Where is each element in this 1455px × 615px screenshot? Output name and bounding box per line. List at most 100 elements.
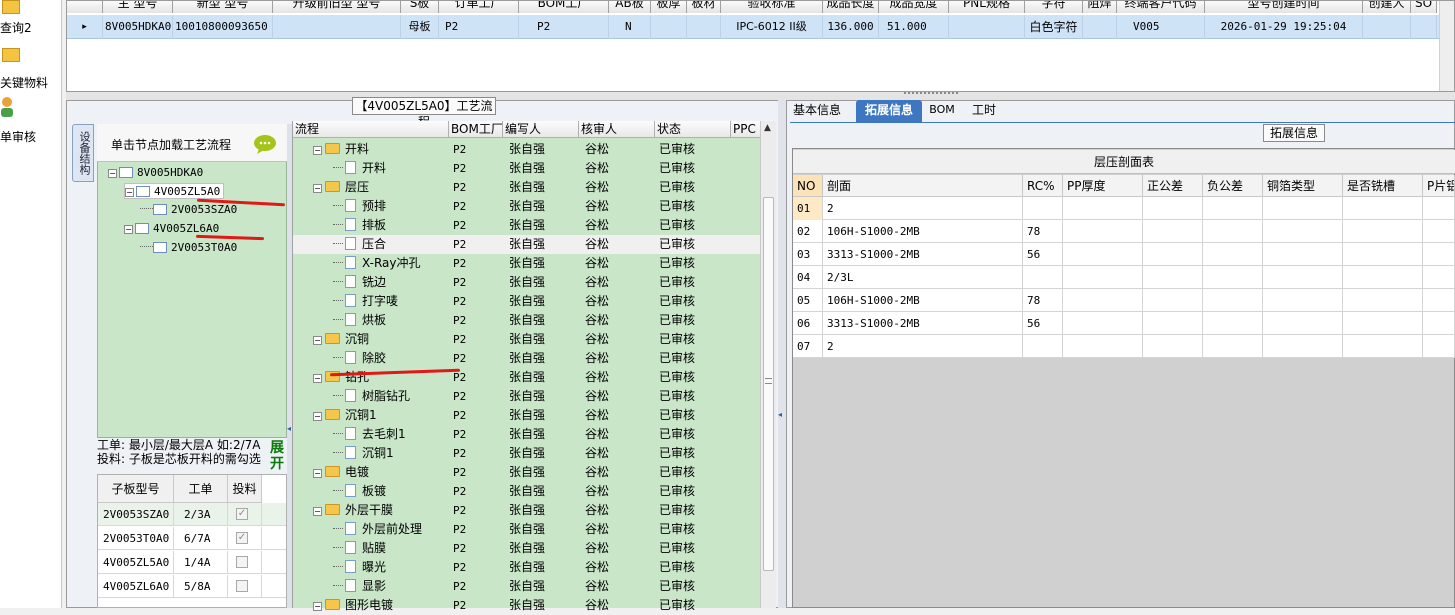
- lam-col-header[interactable]: PP厚度: [1063, 175, 1143, 197]
- sub-table-row[interactable]: 2V0053T0A0 6/7A ✓: [98, 527, 286, 550]
- collapse-icon[interactable]: −: [313, 602, 322, 611]
- grid-col-header[interactable]: 型号创建时间: [1205, 1, 1363, 13]
- flow-row[interactable]: 外层前处理 P2 张自强 谷松 已审核: [293, 520, 761, 539]
- flow-row[interactable]: 压合 P2 张自强 谷松 已审核: [293, 235, 761, 254]
- flow-row[interactable]: 板镀 P2 张自强 谷松 已审核: [293, 482, 761, 501]
- lam-row[interactable]: 02 106H-S1000-2MB 78: [793, 220, 1455, 243]
- flow-row[interactable]: X-Ray冲孔 P2 张自强 谷松 已审核: [293, 254, 761, 273]
- lam-col-header[interactable]: 铜箔类型: [1263, 175, 1343, 197]
- feed-checkbox[interactable]: [236, 580, 248, 592]
- grid-col-header[interactable]: SO: [1411, 1, 1437, 13]
- horizontal-splitter[interactable]: [66, 92, 1455, 100]
- lam-col-header[interactable]: NO: [793, 175, 823, 197]
- lam-col-header[interactable]: 负公差: [1203, 175, 1263, 197]
- collapse-icon[interactable]: −: [313, 184, 322, 193]
- flow-row[interactable]: 开料 P2 张自强 谷松 已审核: [293, 159, 761, 178]
- lam-row[interactable]: 07 2: [793, 335, 1455, 358]
- lam-col-header[interactable]: 正公差: [1143, 175, 1203, 197]
- lam-col-header[interactable]: 是否铣槽: [1343, 175, 1423, 197]
- sub-table-row[interactable]: 4V005ZL6A0 5/8A: [98, 575, 286, 598]
- cell-order[interactable]: 1/4A: [174, 551, 228, 574]
- vertical-tab-equipment[interactable]: 设备结构: [72, 124, 94, 182]
- grid-col-header[interactable]: AB板: [609, 1, 651, 13]
- tree-expander-icon[interactable]: −: [125, 188, 134, 197]
- tree-expander-icon[interactable]: −: [124, 225, 133, 234]
- flow-row[interactable]: 去毛刺1 P2 张自强 谷松 已审核: [293, 425, 761, 444]
- flow-row[interactable]: 打字唛 P2 张自强 谷松 已审核: [293, 292, 761, 311]
- grid-col-header[interactable]: 板厚: [651, 1, 687, 13]
- flow-row[interactable]: 沉铜1 P2 张自强 谷松 已审核: [293, 444, 761, 463]
- flow-row[interactable]: 显影 P2 张自强 谷松 已审核: [293, 577, 761, 596]
- tab-bom[interactable]: BOM: [926, 100, 958, 122]
- lam-row[interactable]: 05 106H-S1000-2MB 78: [793, 289, 1455, 312]
- flow-row[interactable]: 曝光 P2 张自强 谷松 已审核: [293, 558, 761, 577]
- grid-col-header[interactable]: 主 型号: [103, 1, 173, 13]
- flow-row[interactable]: 排板 P2 张自强 谷松 已审核: [293, 216, 761, 235]
- flow-row[interactable]: − 开料 P2 张自强 谷松 已审核: [293, 140, 761, 159]
- collapse-icon[interactable]: −: [313, 412, 322, 421]
- collapse-icon[interactable]: −: [313, 146, 322, 155]
- grid-col-header[interactable]: S板: [401, 1, 439, 13]
- grid-col-header[interactable]: 升级前旧型 型号: [273, 1, 401, 13]
- flow-row[interactable]: − 沉铜1 P2 张自强 谷松 已审核: [293, 406, 761, 425]
- tree-node[interactable]: − 8V005HDKA0: [108, 165, 203, 181]
- collapse-icon[interactable]: −: [313, 374, 322, 383]
- tab-extended-info[interactable]: 拓展信息: [856, 100, 922, 122]
- nav-item-review[interactable]: 单审核: [0, 94, 60, 146]
- cell-order[interactable]: 2/3A: [174, 503, 228, 526]
- flow-row[interactable]: 预排 P2 张自强 谷松 已审核: [293, 197, 761, 216]
- tab-basic-info[interactable]: 基本信息: [786, 100, 848, 122]
- expand-button[interactable]: 展开: [267, 440, 287, 474]
- lam-row[interactable]: 01 2: [793, 197, 1455, 220]
- flow-row[interactable]: 树脂钻孔 P2 张自强 谷松 已审核: [293, 387, 761, 406]
- lam-row[interactable]: 03 3313-S1000-2MB 56: [793, 243, 1455, 266]
- cell-order[interactable]: 6/7A: [174, 527, 228, 550]
- tree-node[interactable]: 2V0053SZA0: [140, 202, 237, 218]
- flow-grid-scrollbar[interactable]: ▲: [760, 121, 776, 608]
- flow-row[interactable]: 贴膜 P2 张自强 谷松 已审核: [293, 539, 761, 558]
- grid-col-header[interactable]: 订单工厂: [439, 1, 519, 13]
- grid-col-header[interactable]: 成品宽度: [879, 1, 949, 13]
- grid-col-header[interactable]: PNL规格: [949, 1, 1025, 13]
- grid-col-header[interactable]: 验收标准: [721, 1, 823, 13]
- flow-row[interactable]: − 外层干膜 P2 张自强 谷松 已审核: [293, 501, 761, 520]
- tree-node[interactable]: 2V0053T0A0: [140, 240, 237, 256]
- feed-checkbox[interactable]: [236, 556, 248, 568]
- flow-row[interactable]: − 沉铜 P2 张自强 谷松 已审核: [293, 330, 761, 349]
- flow-row[interactable]: 铣边 P2 张自强 谷松 已审核: [293, 273, 761, 292]
- grid-col-header[interactable]: 成品长度: [823, 1, 879, 13]
- grid-col-header[interactable]: BOM工厂: [519, 1, 609, 13]
- flow-row[interactable]: − 层压 P2 张自强 谷松 已审核: [293, 178, 761, 197]
- flow-row[interactable]: − 钻孔 P2 张自强 谷松 已审核: [293, 368, 761, 387]
- lam-row[interactable]: 06 3313-S1000-2MB 56: [793, 312, 1455, 335]
- tree-expander-icon[interactable]: −: [108, 169, 117, 178]
- collapse-icon[interactable]: −: [313, 507, 322, 516]
- grid-col-header[interactable]: 新型 型号: [173, 1, 273, 13]
- flow-row[interactable]: 除胶 P2 张自强 谷松 已审核: [293, 349, 761, 368]
- flow-row[interactable]: − 电镀 P2 张自强 谷松 已审核: [293, 463, 761, 482]
- sub-table-row[interactable]: 4V005ZL5A0 1/4A: [98, 551, 286, 574]
- nav-item-key-material[interactable]: 关键物料: [0, 44, 60, 90]
- lam-row[interactable]: 04 2/3L: [793, 266, 1455, 289]
- vertical-splitter-right[interactable]: ◂: [778, 100, 786, 608]
- grid-col-header[interactable]: 阻焊: [1083, 1, 1117, 13]
- grid-col-header[interactable]: 字符: [1025, 1, 1083, 13]
- comment-icon[interactable]: [253, 134, 277, 154]
- collapse-icon[interactable]: −: [313, 336, 322, 345]
- grid-col-header[interactable]: 创建人: [1363, 1, 1411, 13]
- collapse-icon[interactable]: −: [313, 469, 322, 478]
- feed-checkbox[interactable]: ✓: [236, 508, 248, 520]
- lam-col-header[interactable]: P片铝: [1423, 175, 1455, 197]
- flow-row[interactable]: 烘板 P2 张自强 谷松 已审核: [293, 311, 761, 330]
- lam-col-header[interactable]: RC%: [1023, 175, 1063, 197]
- nav-item-query2[interactable]: 查询2: [0, 0, 60, 36]
- grid-col-header[interactable]: 板材: [687, 1, 721, 13]
- lam-col-header[interactable]: 剖面: [823, 175, 1023, 197]
- grid-scrollbar[interactable]: [1439, 1, 1454, 91]
- model-grid-row-selected[interactable]: ▸ 8V005HDKA0 10010800093650 母板 P2 P2 N I…: [67, 15, 1454, 39]
- grid-col-header[interactable]: 终端客户代码: [1117, 1, 1205, 13]
- scroll-up-icon[interactable]: ▲: [764, 123, 771, 133]
- flow-row[interactable]: − 图形电镀 P2 张自强 谷松 已审核: [293, 596, 761, 615]
- tree-node[interactable]: − 4V005ZL5A0: [124, 183, 225, 199]
- scroll-thumb[interactable]: [763, 197, 774, 571]
